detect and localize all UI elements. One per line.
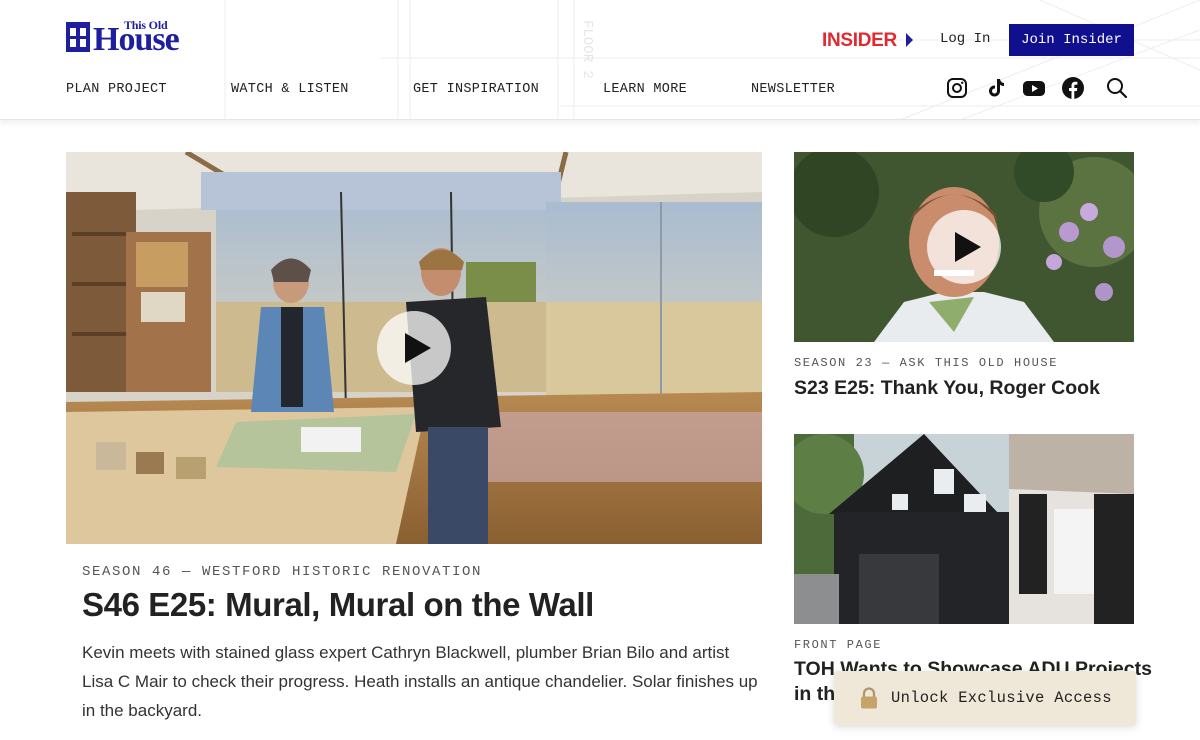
side-article-1-play-button[interactable] (927, 210, 1001, 284)
feature-play-button[interactable] (377, 311, 451, 385)
nav-watch-listen[interactable]: WATCH & LISTEN (231, 82, 349, 97)
nav-plan-project[interactable]: PLAN PROJECT (66, 82, 167, 97)
feature-description: Kevin meets with stained glass expert Ca… (82, 643, 758, 720)
youtube-icon[interactable] (1022, 76, 1046, 100)
site-logo[interactable]: This Old House (66, 18, 226, 58)
tiktok-icon[interactable] (984, 76, 1008, 100)
unlock-label: Unlock Exclusive Access (891, 689, 1112, 707)
side-article-2-title-line2[interactable]: in th (794, 683, 835, 706)
facebook-icon[interactable] (1061, 76, 1085, 100)
feature-eyebrow[interactable]: SEASON 46 — WESTFORD HISTORIC RENOVATION (82, 564, 482, 580)
search-icon[interactable] (1105, 76, 1129, 100)
insider-logo[interactable]: INSIDER (822, 30, 897, 52)
side-article-2-thumbnail[interactable] (794, 434, 1134, 624)
site-header: FLOOR 2 This Old House INSIDER Log In Jo… (0, 0, 1200, 120)
feature-title[interactable]: S46 E25: Mural, Mural on the Wall (82, 586, 594, 624)
instagram-icon[interactable] (945, 76, 969, 100)
login-link[interactable]: Log In (940, 31, 990, 47)
logo-text-big: House (93, 21, 180, 58)
join-insider-button[interactable]: Join Insider (1009, 24, 1134, 56)
nav-learn-more[interactable]: LEARN MORE (603, 82, 687, 97)
side-article-1-thumbnail[interactable] (794, 152, 1134, 342)
side-article-1-title[interactable]: S23 E25: Thank You, Roger Cook (794, 377, 1100, 400)
play-icon (405, 333, 431, 363)
side-article-1-eyebrow[interactable]: SEASON 23 — ASK THIS OLD HOUSE (794, 356, 1058, 370)
nav-get-inspiration[interactable]: GET INSPIRATION (413, 82, 539, 97)
side-article-2-eyebrow[interactable]: FRONT PAGE (794, 638, 882, 652)
play-icon (955, 232, 981, 262)
svg-text:FLOOR 2: FLOOR 2 (579, 20, 595, 79)
insider-arrow-icon (906, 33, 913, 47)
feature-video-thumbnail[interactable] (66, 152, 762, 544)
nav-newsletter[interactable]: NEWSLETTER (751, 82, 835, 97)
house-logo-icon (66, 22, 90, 52)
unlock-exclusive-access-button[interactable]: Unlock Exclusive Access (834, 671, 1136, 725)
lock-icon (861, 687, 877, 709)
side-article-2-image (794, 434, 1134, 624)
